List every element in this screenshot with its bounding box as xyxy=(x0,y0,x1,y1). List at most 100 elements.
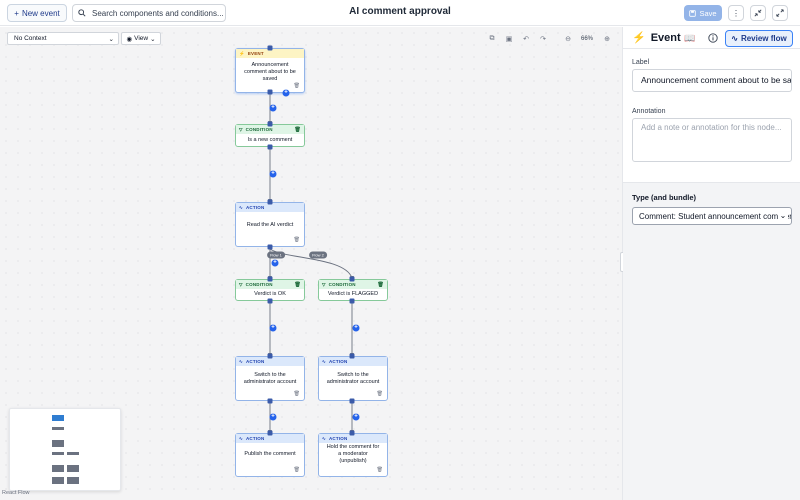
type-field-label: Type (and bundle) xyxy=(632,193,697,202)
node-input-handle[interactable] xyxy=(349,353,355,359)
node-output-handle[interactable] xyxy=(267,144,273,150)
node-label: Switch to the administrator account xyxy=(243,372,297,385)
pulse-icon: ∿ xyxy=(239,358,243,364)
node-output-handle[interactable] xyxy=(349,298,355,304)
chevron-down-icon: ⌄ xyxy=(778,211,788,220)
expand-arrows-icon xyxy=(776,9,784,17)
docs-button[interactable]: 📖 xyxy=(684,32,696,44)
minimap-node xyxy=(67,452,79,455)
minimap-node xyxy=(52,415,64,421)
lightning-icon: ⚡ xyxy=(239,50,245,56)
minimap-node xyxy=(52,452,64,455)
node-output-handle[interactable] xyxy=(267,244,273,250)
node-input-handle[interactable] xyxy=(267,45,273,51)
trash-icon[interactable]: 🗑 xyxy=(294,282,301,288)
lightning-icon: ⚡ xyxy=(632,32,646,44)
node-output-handle[interactable] xyxy=(267,89,273,95)
minimap-node xyxy=(52,427,64,430)
minimap-node xyxy=(52,440,64,447)
panel-title: ⚡ Event xyxy=(632,31,681,45)
new-event-button[interactable]: + New event xyxy=(7,4,67,22)
trash-icon[interactable]: 🗑 xyxy=(294,83,300,89)
node-action-read[interactable]: ∿ ACTION Read the AI verdict 🗑 xyxy=(235,202,305,247)
collapse-arrows-icon xyxy=(754,9,762,17)
node-action-publish[interactable]: ∿ ACTION Publish the comment 🗑 xyxy=(235,433,305,477)
type-section: Type (and bundle) Comment: Student annou… xyxy=(623,182,800,500)
plus-icon: + xyxy=(14,8,19,18)
add-step-button[interactable]: + xyxy=(269,324,277,332)
collapse-button[interactable] xyxy=(750,5,766,21)
minimap-node xyxy=(67,465,79,472)
node-input-handle[interactable] xyxy=(267,276,273,282)
pulse-icon: ∿ xyxy=(322,435,326,441)
add-step-button[interactable]: + xyxy=(269,170,277,178)
node-input-handle[interactable] xyxy=(267,353,273,359)
node-event[interactable]: ⚡ EVENT Announcement comment about to be… xyxy=(235,48,305,93)
info-button[interactable] xyxy=(707,32,719,44)
save-icon xyxy=(689,9,697,17)
pulse-icon: ∿ xyxy=(239,435,243,441)
review-flow-button[interactable]: ∿ Review flow xyxy=(725,30,793,47)
node-input-handle[interactable] xyxy=(267,430,273,436)
node-output-handle[interactable] xyxy=(267,398,273,404)
add-step-button[interactable]: + xyxy=(269,104,277,112)
top-toolbar: + New event Search components and condit… xyxy=(0,0,800,26)
trash-icon[interactable]: 🗑 xyxy=(294,467,300,473)
save-button[interactable]: Save xyxy=(684,5,722,21)
annotation-field-label: Annotation xyxy=(632,108,666,115)
book-icon: 📖 xyxy=(684,32,696,43)
component-search-input[interactable]: Search components and conditions... xyxy=(72,4,226,22)
trash-icon[interactable]: 🗑 xyxy=(377,282,384,288)
node-action-hold[interactable]: ∿ ACTION Hold the comment for a moderato… xyxy=(318,433,388,477)
node-action-admin-2[interactable]: ∿ ACTION Switch to the administrator acc… xyxy=(318,356,388,401)
label-input[interactable]: Announcement comment about to be saved xyxy=(632,69,792,92)
pulse-icon: ∿ xyxy=(239,204,243,210)
add-step-button[interactable]: + xyxy=(271,259,279,267)
flow-label-2[interactable]: Flow 2 xyxy=(309,251,327,259)
minimap-node xyxy=(52,477,64,484)
minimap-node xyxy=(67,477,79,484)
add-step-button[interactable]: + xyxy=(352,324,360,332)
properties-panel: ⚡ Event 📖 ∿ Review flow Label Announceme… xyxy=(620,27,800,500)
node-label: Hold the comment for a moderator (unpubl… xyxy=(326,443,380,464)
filter-icon: ▽ xyxy=(239,281,243,287)
node-input-handle[interactable] xyxy=(349,430,355,436)
react-flow-attribution[interactable]: React Flow xyxy=(2,490,30,496)
node-label: Switch to the administrator account xyxy=(326,372,380,385)
pulse-icon: ∿ xyxy=(731,34,738,43)
info-icon xyxy=(708,33,718,43)
trash-icon[interactable]: 🗑 xyxy=(294,237,300,243)
node-input-handle[interactable] xyxy=(267,199,273,205)
node-output-handle[interactable] xyxy=(349,398,355,404)
node-output-handle[interactable] xyxy=(267,298,273,304)
trash-icon[interactable]: 🗑 xyxy=(294,127,301,133)
flow-canvas[interactable]: No Context ⌄ ◉ View ⌄ ⧉ ▣ ↶ ↷ ⊖ 66% ⊕ ⚡ … xyxy=(0,27,622,500)
add-step-button[interactable]: + xyxy=(282,89,290,97)
filter-icon: ▽ xyxy=(322,281,326,287)
annotation-textarea[interactable]: Add a note or annotation for this node..… xyxy=(632,118,792,162)
trash-icon[interactable]: 🗑 xyxy=(377,467,383,473)
add-step-button[interactable]: + xyxy=(352,413,360,421)
flow-label-1[interactable]: Flow 1 xyxy=(267,251,285,259)
type-select[interactable]: Comment: Student announcement comment ⌄ xyxy=(632,207,792,225)
more-options-button[interactable]: ⋮ xyxy=(728,5,744,21)
filter-icon: ▽ xyxy=(239,126,243,132)
panel-header: ⚡ Event 📖 ∿ Review flow xyxy=(623,27,800,49)
expand-button[interactable] xyxy=(772,5,788,21)
trash-icon[interactable]: 🗑 xyxy=(294,391,300,397)
search-icon xyxy=(78,9,86,17)
node-input-handle[interactable] xyxy=(349,276,355,282)
node-label: Read the AI verdict xyxy=(246,221,294,228)
node-action-admin-1[interactable]: ∿ ACTION Switch to the administrator acc… xyxy=(235,356,305,401)
node-input-handle[interactable] xyxy=(267,121,273,127)
minimap-node xyxy=(52,465,64,472)
pulse-icon: ∿ xyxy=(322,358,326,364)
add-step-button[interactable]: + xyxy=(269,413,277,421)
ellipsis-vertical-icon: ⋮ xyxy=(732,8,740,18)
node-label: Publish the comment xyxy=(244,450,296,457)
minimap[interactable] xyxy=(9,408,121,491)
label-field-label: Label xyxy=(632,59,650,66)
flow-title: AI comment approval xyxy=(349,6,451,17)
node-label: Announcement comment about to be saved xyxy=(244,61,296,82)
trash-icon[interactable]: 🗑 xyxy=(377,391,383,397)
